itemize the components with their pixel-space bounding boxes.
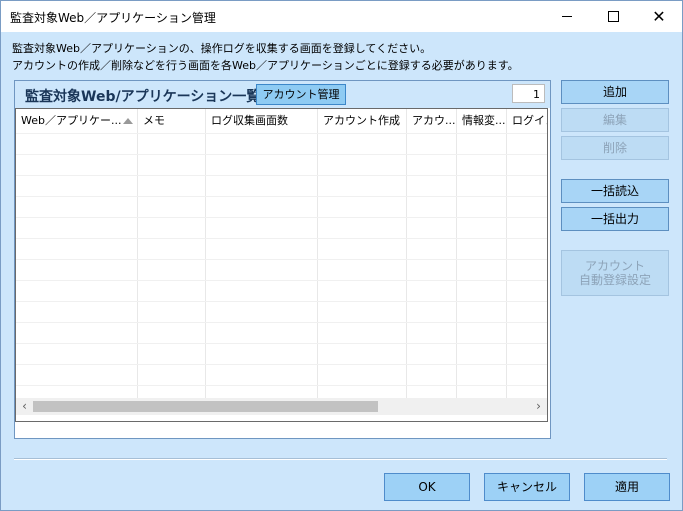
grid-row-line	[16, 196, 547, 197]
grid-row-line	[16, 154, 547, 155]
edit-button[interactable]: 編集	[561, 108, 669, 132]
column-header-info-change[interactable]: 情報変...	[457, 109, 507, 133]
grid-row-line	[16, 385, 547, 386]
column-header-memo[interactable]: メモ	[138, 109, 206, 133]
maximize-button[interactable]	[590, 1, 636, 32]
horizontal-scrollbar[interactable]: ‹ ›	[16, 398, 547, 415]
delete-button[interactable]: 削除	[561, 136, 669, 160]
panel-header: 監査対象Web/アプリケーション一覧 アカウント管理 1	[15, 81, 550, 108]
cancel-button[interactable]: キャンセル	[484, 473, 570, 501]
grid-row-line	[16, 343, 547, 344]
auto-registration-label-line-1: アカウント	[584, 259, 645, 273]
app-list-grid[interactable]: Web／アプリケー... メモ ログ収集画面数 アカウント作成 アカウ... 情…	[15, 108, 548, 422]
maximize-icon	[607, 11, 619, 22]
close-icon: ✕	[652, 6, 666, 26]
apply-button[interactable]: 適用	[584, 473, 670, 501]
item-count: 1	[512, 84, 545, 103]
app-list-panel: 監査対象Web/アプリケーション一覧 アカウント管理 1 Web／アプリケー..…	[14, 80, 551, 439]
grid-line	[506, 109, 507, 398]
grid-line	[406, 109, 407, 398]
bulk-import-button[interactable]: 一括読込	[561, 179, 669, 203]
minimize-button[interactable]	[544, 1, 590, 32]
column-header-account-delete[interactable]: アカウ...	[407, 109, 457, 133]
add-button[interactable]: 追加	[561, 80, 669, 104]
description-line-1: 監査対象Web／アプリケーションの、操作ログを収集する画面を登録してください。	[12, 42, 432, 55]
grid-row-line	[16, 238, 547, 239]
minimize-icon	[562, 16, 572, 17]
grid-row-line	[16, 217, 547, 218]
panel-title: 監査対象Web/アプリケーション一覧	[25, 89, 261, 105]
column-header-app[interactable]: Web／アプリケー...	[16, 109, 138, 133]
scroll-left-icon[interactable]: ‹	[16, 398, 33, 415]
footer-separator	[14, 458, 667, 460]
bulk-export-button[interactable]: 一括出力	[561, 207, 669, 231]
auto-registration-label-line-2: 自動登録設定	[578, 273, 651, 287]
grid-row-line	[16, 175, 547, 176]
grid-row-line	[16, 280, 547, 281]
column-header-login[interactable]: ログイン	[507, 109, 547, 133]
grid-line	[317, 109, 318, 398]
sort-ascending-icon	[123, 118, 133, 124]
account-management-button[interactable]: アカウント管理	[256, 84, 346, 105]
auto-registration-settings-button[interactable]: アカウント 自動登録設定	[561, 250, 669, 296]
grid-row-line	[16, 301, 547, 302]
grid-line	[137, 109, 138, 398]
column-header-log-screens[interactable]: ログ収集画面数	[206, 109, 318, 133]
close-button[interactable]: ✕	[636, 1, 682, 32]
window-title: 監査対象Web／アプリケーション管理	[10, 11, 216, 25]
scroll-right-icon[interactable]: ›	[530, 398, 547, 415]
scrollbar-thumb[interactable]	[33, 401, 378, 412]
grid-line	[456, 109, 457, 398]
ok-button[interactable]: OK	[384, 473, 470, 501]
grid-row-line	[16, 133, 547, 134]
column-header-account-create[interactable]: アカウント作成	[318, 109, 407, 133]
title-bar: 監査対象Web／アプリケーション管理 ✕	[1, 1, 682, 32]
grid-row-line	[16, 259, 547, 260]
description-line-2: アカウントの作成／削除などを行う画面を各Web／アプリケーションごとに登録する必…	[12, 59, 519, 72]
grid-row-line	[16, 364, 547, 365]
grid-row-line	[16, 322, 547, 323]
grid-line	[205, 109, 206, 398]
dialog-window: 監査対象Web／アプリケーション管理 ✕ 監査対象Web／アプリケーションの、操…	[0, 0, 683, 511]
